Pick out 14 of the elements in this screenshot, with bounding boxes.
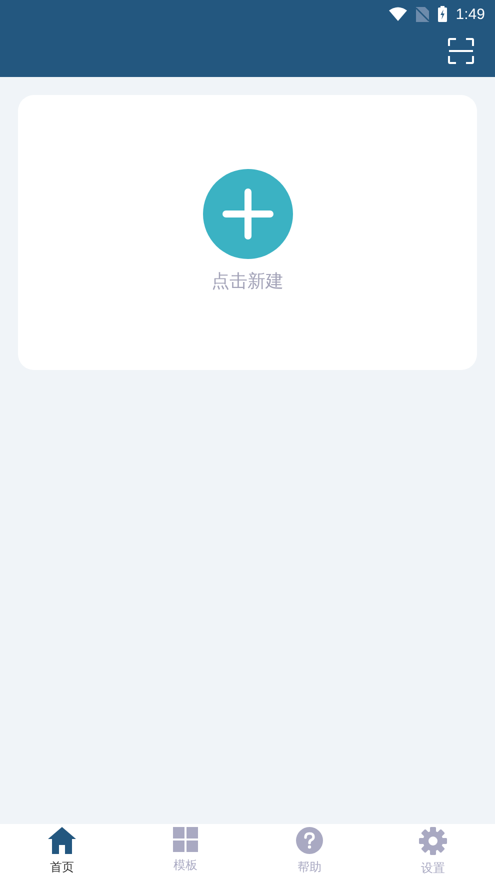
wifi-icon (388, 7, 407, 21)
new-card[interactable]: 点击新建 (18, 95, 477, 370)
new-label: 点击新建 (212, 270, 284, 293)
home-icon (48, 827, 76, 854)
status-time: 1:49 (456, 6, 485, 22)
battery-icon (438, 6, 447, 22)
scan-icon[interactable] (448, 38, 474, 64)
nav-tab[interactable]: 设置 (371, 824, 495, 880)
nav-tab[interactable]: 模板 (124, 824, 248, 880)
nav-tab[interactable]: 首页 (0, 824, 124, 880)
nav-tab[interactable]: 帮助 (248, 824, 372, 880)
help-icon (296, 827, 323, 854)
grid-icon (173, 827, 198, 852)
no-sim-icon (416, 6, 429, 22)
